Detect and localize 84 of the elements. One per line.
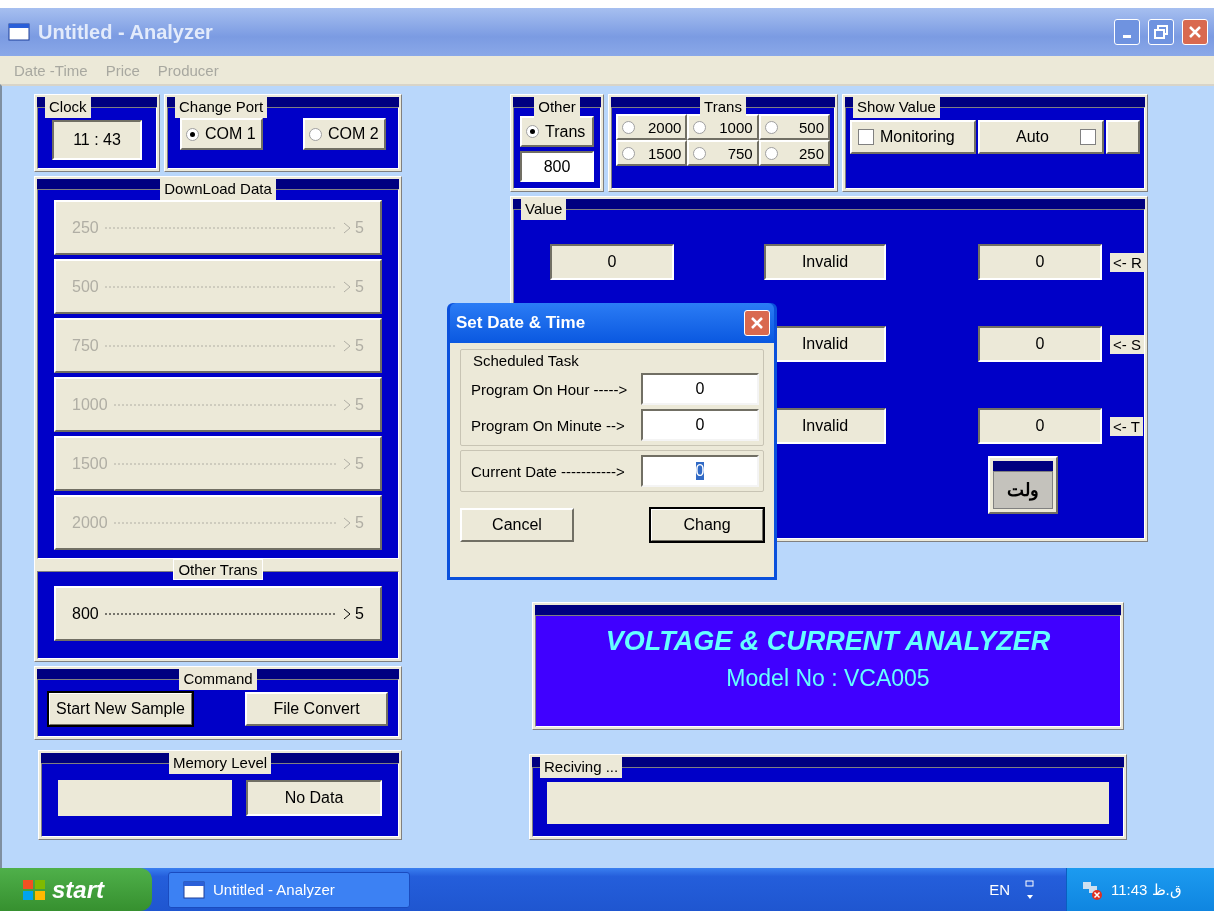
value-field: 0	[978, 408, 1102, 444]
radio-button[interactable]	[693, 120, 707, 134]
close-button[interactable]	[744, 310, 770, 336]
model-number: Model No : VCA005	[726, 665, 930, 692]
trans-radio[interactable]: 1000	[687, 114, 759, 140]
panel-title: Reciving ...	[540, 757, 623, 778]
input-field[interactable]: 0	[641, 455, 759, 487]
trans-radio[interactable]: 500	[758, 114, 830, 140]
phase-label: <- S	[1110, 334, 1144, 354]
radio-button[interactable]	[693, 146, 707, 160]
taskbar-clock: 11:43 ق.ظ	[1111, 880, 1182, 899]
monitoring-toggle[interactable]: Monitoring	[850, 120, 976, 154]
volt-button[interactable]: ولت	[988, 456, 1058, 514]
value-field: 0	[978, 244, 1102, 280]
value-field: 0	[550, 244, 674, 280]
radio-button[interactable]	[309, 127, 322, 141]
banner-title: VOLTAGE & CURRENT ANALYZER	[605, 626, 1051, 657]
radio-button[interactable]	[764, 146, 778, 160]
trans-radio[interactable]: 2000	[616, 114, 688, 140]
trans-radio[interactable]: 1500	[616, 140, 688, 166]
value-field: 0	[978, 326, 1102, 362]
minimize-button[interactable]	[1114, 19, 1140, 45]
trans-radio[interactable]: 750	[687, 140, 759, 166]
dialog-title: Set Date & Time	[456, 313, 586, 333]
input-options-icon[interactable]	[1024, 878, 1036, 901]
phase-label: <- T	[1110, 416, 1143, 436]
trans-radio[interactable]: Trans	[520, 116, 594, 147]
minimize-icon	[1123, 34, 1131, 38]
port-radio[interactable]: COM 2	[303, 118, 386, 150]
window-title: Untitled - Analyzer	[38, 20, 214, 44]
field-label: Program On Hour ----->	[470, 380, 628, 398]
panel-title: Other Trans	[173, 559, 263, 580]
status-field: Invalid	[764, 244, 886, 280]
panel-title: Change Port	[175, 97, 268, 118]
panel-title: Show Value	[853, 97, 940, 118]
panel-title: Other	[534, 97, 580, 118]
panel-title: Value	[521, 199, 567, 220]
input-field[interactable]: 0	[641, 373, 759, 405]
radio-button[interactable]	[622, 146, 635, 160]
arrow-head-icon	[343, 607, 352, 620]
phase-label: <- R	[1110, 252, 1145, 272]
group-title: Scheduled Task	[473, 352, 580, 369]
clock-display: 11 : 43	[52, 120, 142, 160]
dialog-button[interactable]: Cancel	[460, 508, 574, 542]
trans-radio[interactable]: 250	[758, 140, 830, 166]
restore-button[interactable]	[1148, 19, 1174, 45]
arrow-head-icon	[343, 280, 352, 293]
panel-title: Trans	[700, 97, 746, 118]
arrow-head-icon	[343, 457, 352, 470]
radio-button[interactable]	[186, 127, 199, 141]
auto-toggle[interactable]: Auto	[978, 120, 1104, 154]
radio-button[interactable]	[622, 120, 635, 134]
download-button[interactable]: 800 5	[54, 586, 382, 641]
restore-icon	[1154, 25, 1168, 39]
close-icon	[750, 316, 764, 330]
panel-title: Memory Level	[168, 753, 272, 774]
checkbox[interactable]	[1080, 129, 1096, 145]
dialog-button[interactable]: Chang	[650, 508, 764, 542]
language-indicator[interactable]: EN	[989, 881, 1010, 898]
blank-button[interactable]	[1106, 120, 1140, 154]
field-label: Current Date ----------->	[470, 462, 625, 480]
window-icon	[183, 880, 205, 899]
close-button[interactable]	[1182, 19, 1208, 45]
panel-title: DownLoad Data	[160, 179, 276, 200]
field-label: Program On Minute -->	[470, 416, 625, 434]
arrow-head-icon	[343, 221, 352, 234]
arrow-head-icon	[343, 516, 352, 529]
port-radio[interactable]: COM 1	[180, 118, 263, 150]
command-button[interactable]: File Convert	[245, 692, 388, 726]
panel-title: Command	[179, 669, 257, 690]
arrow-head-icon	[343, 398, 352, 411]
input-field[interactable]: 0	[641, 409, 759, 441]
panel-title: Clock	[45, 97, 91, 118]
arrow-head-icon	[343, 339, 352, 352]
windows-logo-icon	[22, 878, 46, 901]
window-icon	[8, 23, 30, 41]
trans-input[interactable]: 800	[520, 151, 594, 182]
radio-button[interactable]	[526, 125, 539, 138]
command-button[interactable]: Start New Sample	[48, 692, 193, 726]
checkbox[interactable]	[858, 129, 874, 145]
memory-status: No Data	[246, 780, 382, 816]
close-icon	[1188, 25, 1202, 39]
radio-button[interactable]	[764, 120, 778, 134]
taskbar-button[interactable]: Untitled - Analyzer	[168, 871, 410, 908]
